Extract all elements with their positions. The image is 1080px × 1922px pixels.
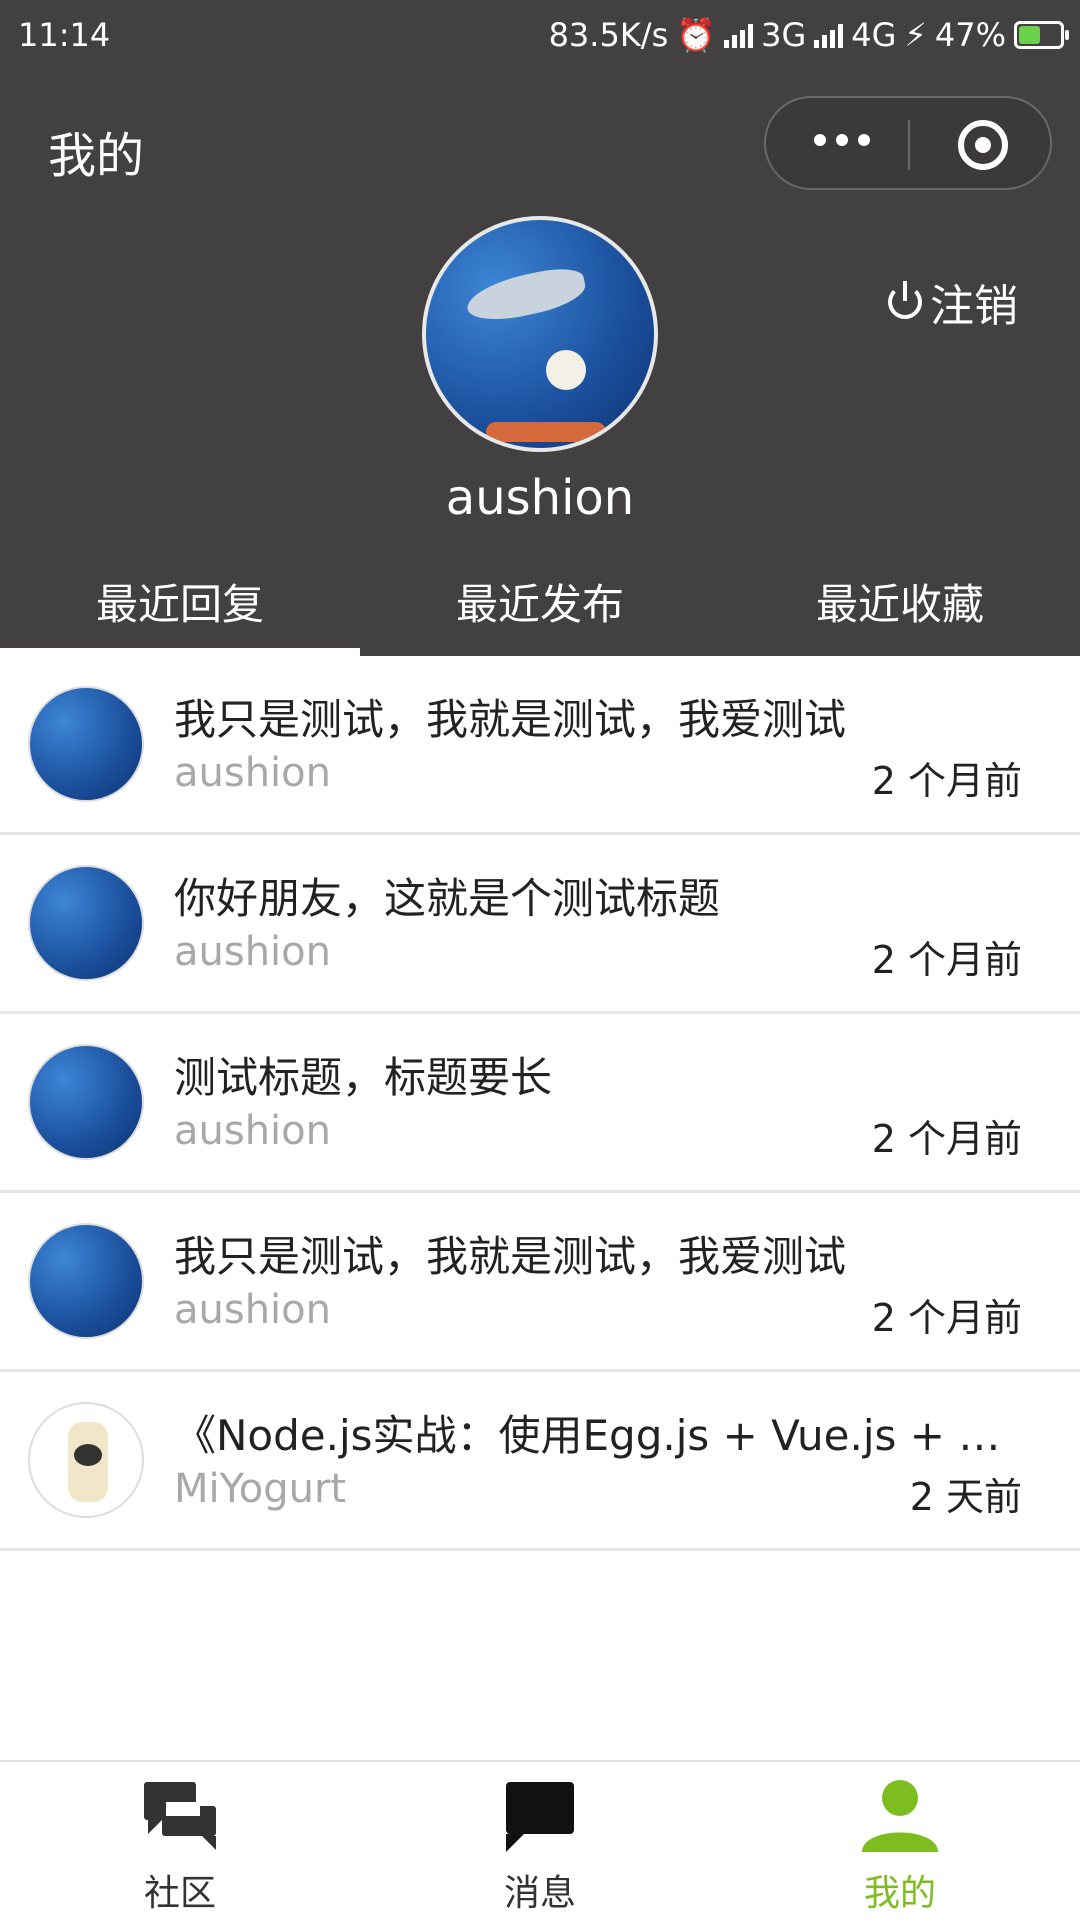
reef-shape: [486, 422, 606, 442]
fish-shape: [546, 350, 586, 390]
username: aushion: [445, 470, 635, 526]
topic-title: 《Node.js实战：使用Egg.js + Vue.js + D...: [174, 1411, 1024, 1460]
network-type-2: 4G: [851, 16, 897, 54]
user-avatar[interactable]: [422, 216, 658, 452]
message-icon: [506, 1782, 574, 1852]
logout-button[interactable]: 注销: [888, 270, 1018, 334]
battery-icon: [1014, 21, 1069, 49]
tabbar-item-messages[interactable]: 消息: [360, 1762, 720, 1922]
more-icon[interactable]: [814, 134, 870, 146]
tabbar-label: 消息: [503, 1873, 576, 1914]
battery-percent: 47%: [934, 16, 1006, 54]
topic-author: aushion: [174, 1287, 331, 1333]
signal-icon: [814, 22, 844, 48]
topic-title: 我只是测试，我就是测试，我爱测试: [174, 695, 847, 744]
status-bar: 11:14 83.5K/s ⏰ 3G 4G ⚡ 47%: [0, 0, 1080, 74]
topic-list: 我只是测试，我就是测试，我爱测试 aushion 2 个月前 你好朋友，这就是个…: [0, 656, 1080, 1551]
tab-recent-favorites[interactable]: 最近收藏: [720, 570, 1080, 656]
topic-title: 我只是测试，我就是测试，我爱测试: [174, 1232, 847, 1281]
tabbar-label: 社区: [143, 1873, 216, 1914]
bottom-tab-bar: 社区 消息 我的: [0, 1760, 1080, 1922]
charging-icon: ⚡: [904, 16, 927, 54]
list-item[interactable]: 《Node.js实战：使用Egg.js + Vue.js + D... MiYo…: [0, 1372, 1080, 1551]
tab-recent-replies[interactable]: 最近回复: [0, 570, 360, 656]
network-type-1: 3G: [761, 16, 807, 54]
network-speed: 83.5K/s: [548, 16, 669, 54]
topic-time: 2 天前: [909, 1475, 1022, 1519]
logout-label: 注销: [930, 281, 1018, 332]
topic-author: MiYogurt: [174, 1466, 347, 1512]
author-avatar: [28, 1223, 144, 1339]
close-target-icon[interactable]: [958, 120, 1008, 170]
power-icon: [888, 281, 922, 319]
status-indicators: 83.5K/s ⏰ 3G 4G ⚡ 47%: [548, 16, 1069, 54]
author-avatar: [28, 686, 144, 802]
tabbar-item-profile[interactable]: 我的: [720, 1762, 1080, 1922]
mini-program-capsule: [764, 96, 1052, 190]
topic-author: aushion: [174, 750, 331, 796]
topic-time: 2 个月前: [871, 938, 1022, 982]
page-title: 我的: [48, 128, 145, 184]
author-avatar: [28, 865, 144, 981]
signal-icon: [724, 22, 754, 48]
capsule-divider: [908, 120, 910, 170]
community-icon: [144, 1782, 216, 1850]
topic-title: 你好朋友，这就是个测试标题: [174, 874, 721, 923]
shark-shape: [463, 262, 589, 328]
author-avatar: [28, 1044, 144, 1160]
list-item[interactable]: 你好朋友，这就是个测试标题 aushion 2 个月前: [0, 835, 1080, 1014]
tabbar-item-community[interactable]: 社区: [0, 1762, 360, 1922]
status-time: 11:14: [18, 16, 111, 54]
topic-time: 2 个月前: [871, 1296, 1022, 1340]
topic-author: aushion: [174, 1108, 331, 1154]
list-item[interactable]: 测试标题，标题要长 aushion 2 个月前: [0, 1014, 1080, 1193]
tabbar-label: 我的: [863, 1873, 936, 1914]
tab-recent-posts[interactable]: 最近发布: [360, 570, 720, 656]
topic-time: 2 个月前: [871, 1117, 1022, 1161]
alarm-icon: ⏰: [676, 16, 717, 54]
list-item[interactable]: 我只是测试，我就是测试，我爱测试 aushion 2 个月前: [0, 1193, 1080, 1372]
list-item[interactable]: 我只是测试，我就是测试，我爱测试 aushion 2 个月前: [0, 656, 1080, 835]
profile-header: 11:14 83.5K/s ⏰ 3G 4G ⚡ 47% 我的 注销 aushio…: [0, 0, 1080, 656]
profile-tabs: 最近回复 最近发布 最近收藏: [0, 570, 1080, 656]
profile-icon: [862, 1780, 938, 1852]
topic-title: 测试标题，标题要长: [174, 1053, 553, 1102]
topic-author: aushion: [174, 929, 331, 975]
author-avatar: [28, 1402, 144, 1518]
topic-time: 2 个月前: [871, 759, 1022, 803]
